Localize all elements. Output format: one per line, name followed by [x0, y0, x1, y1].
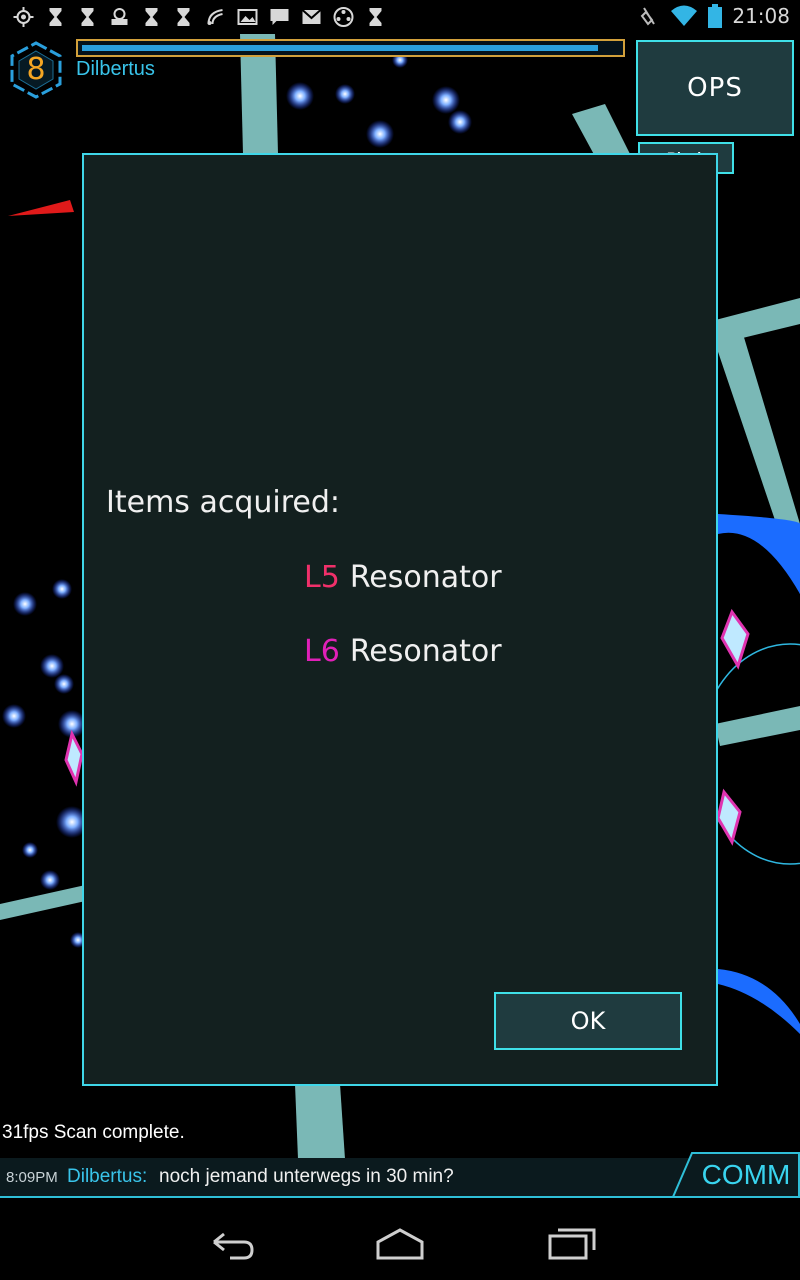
ingress-app-icon: [111, 8, 128, 25]
ok-button[interactable]: OK: [494, 992, 682, 1050]
film-icon: [333, 7, 354, 27]
gps-icon: [13, 7, 34, 27]
hourglass-icon: [49, 8, 62, 26]
item-name: Resonator: [349, 634, 502, 669]
wifi-icon: [671, 5, 698, 26]
level-badge[interactable]: 8: [6, 40, 66, 100]
system-icons: 21:08: [638, 4, 790, 28]
agent-name[interactable]: Dilbertus: [76, 58, 155, 81]
player-level: 8: [26, 52, 46, 87]
dialog-title: Items acquired:: [106, 485, 341, 520]
ops-button[interactable]: OPS: [636, 40, 794, 136]
vibrate-mute-icon: [641, 7, 656, 26]
xp-progress-bar: [76, 39, 625, 57]
comm-latest-message[interactable]: 8:09PM Dilbertus: noch jemand unterwegs …: [0, 1158, 690, 1198]
chat-icon: [270, 9, 289, 25]
notification-icons: [12, 6, 387, 28]
hourglass-icon: [177, 8, 190, 26]
status-bar: 21:08: [0, 0, 800, 34]
home-icon[interactable]: [370, 1220, 430, 1264]
clock: 21:08: [732, 4, 790, 28]
comm-bar[interactable]: 8:09PM Dilbertus: noch jemand unterwegs …: [0, 1152, 800, 1198]
scan-status-text: 31fps Scan complete.: [2, 1122, 185, 1143]
message-sender[interactable]: Dilbertus:: [67, 1166, 147, 1188]
gmail-icon: [301, 9, 322, 24]
xp-progress-fill: [82, 45, 598, 51]
battery-icon: [708, 4, 723, 28]
hourglass-icon: [81, 8, 94, 26]
recent-apps-icon[interactable]: [542, 1220, 602, 1264]
hourglass-icon: [145, 8, 158, 26]
item-name: Resonator: [349, 560, 502, 595]
acquired-item: L5 Resonator: [304, 560, 502, 595]
navigation-bar: [0, 1204, 800, 1280]
item-level: L5: [304, 560, 340, 595]
comm-button[interactable]: COMM: [672, 1152, 800, 1198]
wifi-scan-icon: [207, 9, 223, 25]
gallery-icon: [237, 9, 258, 25]
acquired-item: L6 Resonator: [304, 634, 502, 669]
back-icon[interactable]: [200, 1220, 260, 1264]
message-time: 8:09PM: [6, 1169, 58, 1186]
item-level: L6: [304, 634, 340, 669]
message-text: noch jemand unterwegs in 30 min?: [159, 1166, 454, 1187]
items-acquired-dialog: Items acquired: L5 Resonator L6 Resonator …: [82, 153, 718, 1086]
hourglass-icon: [369, 8, 382, 26]
